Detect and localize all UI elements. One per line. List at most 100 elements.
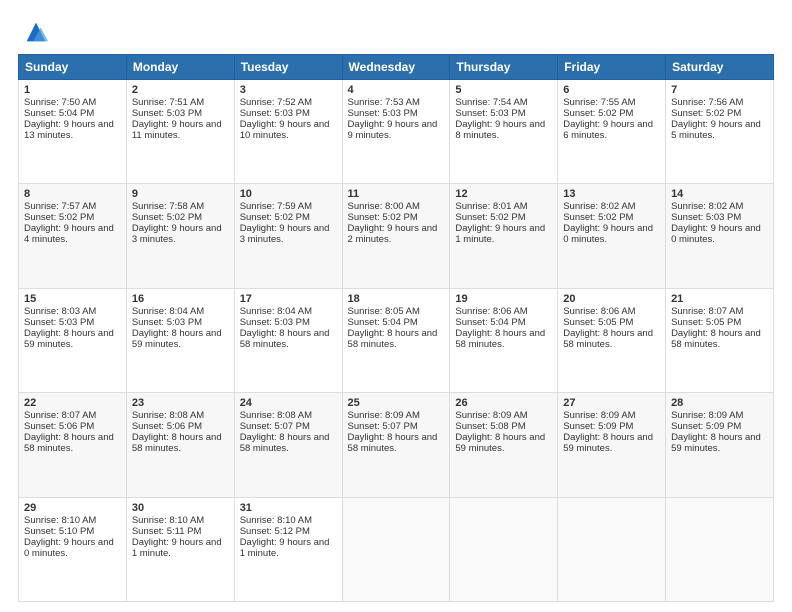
daylight: Daylight: 9 hours and 1 minute.: [455, 223, 545, 245]
day-number: 26: [455, 397, 552, 409]
sunrise: Sunrise: 8:09 AM: [563, 410, 635, 421]
day-cell: 30Sunrise: 8:10 AMSunset: 5:11 PMDayligh…: [126, 497, 234, 601]
day-number: 5: [455, 84, 552, 96]
daylight: Daylight: 8 hours and 58 minutes.: [348, 432, 438, 454]
day-number: 17: [240, 293, 337, 305]
sunrise: Sunrise: 7:56 AM: [671, 97, 743, 108]
day-cell: [342, 497, 450, 601]
day-number: 15: [24, 293, 121, 305]
day-number: 11: [348, 188, 445, 200]
sunrise: Sunrise: 8:05 AM: [348, 306, 420, 317]
day-number: 18: [348, 293, 445, 305]
daylight: Daylight: 9 hours and 11 minutes.: [132, 119, 222, 141]
day-number: 25: [348, 397, 445, 409]
day-cell: 25Sunrise: 8:09 AMSunset: 5:07 PMDayligh…: [342, 393, 450, 497]
day-number: 31: [240, 502, 337, 514]
daylight: Daylight: 9 hours and 10 minutes.: [240, 119, 330, 141]
day-number: 16: [132, 293, 229, 305]
header-day-tuesday: Tuesday: [234, 55, 342, 80]
header-day-monday: Monday: [126, 55, 234, 80]
day-number: 27: [563, 397, 660, 409]
day-number: 14: [671, 188, 768, 200]
sunset: Sunset: 5:07 PM: [240, 421, 310, 432]
day-cell: 24Sunrise: 8:08 AMSunset: 5:07 PMDayligh…: [234, 393, 342, 497]
day-number: 4: [348, 84, 445, 96]
day-cell: 27Sunrise: 8:09 AMSunset: 5:09 PMDayligh…: [558, 393, 666, 497]
page: SundayMondayTuesdayWednesdayThursdayFrid…: [0, 0, 792, 612]
daylight: Daylight: 8 hours and 58 minutes.: [563, 328, 653, 350]
day-number: 19: [455, 293, 552, 305]
daylight: Daylight: 9 hours and 4 minutes.: [24, 223, 114, 245]
sunset: Sunset: 5:03 PM: [240, 317, 310, 328]
day-cell: 7Sunrise: 7:56 AMSunset: 5:02 PMDaylight…: [666, 80, 774, 184]
day-cell: 10Sunrise: 7:59 AMSunset: 5:02 PMDayligh…: [234, 184, 342, 288]
header-day-friday: Friday: [558, 55, 666, 80]
day-number: 29: [24, 502, 121, 514]
sunset: Sunset: 5:09 PM: [671, 421, 741, 432]
sunrise: Sunrise: 8:04 AM: [132, 306, 204, 317]
daylight: Daylight: 9 hours and 1 minute.: [132, 537, 222, 559]
daylight: Daylight: 8 hours and 59 minutes.: [455, 432, 545, 454]
day-cell: 4Sunrise: 7:53 AMSunset: 5:03 PMDaylight…: [342, 80, 450, 184]
sunrise: Sunrise: 8:09 AM: [348, 410, 420, 421]
header-day-saturday: Saturday: [666, 55, 774, 80]
sunrise: Sunrise: 8:06 AM: [563, 306, 635, 317]
week-row-4: 22Sunrise: 8:07 AMSunset: 5:06 PMDayligh…: [19, 393, 774, 497]
sunset: Sunset: 5:11 PM: [132, 526, 202, 537]
day-number: 30: [132, 502, 229, 514]
logo: [18, 18, 50, 46]
sunset: Sunset: 5:06 PM: [132, 421, 202, 432]
day-cell: 17Sunrise: 8:04 AMSunset: 5:03 PMDayligh…: [234, 288, 342, 392]
sunrise: Sunrise: 7:50 AM: [24, 97, 96, 108]
sunset: Sunset: 5:05 PM: [671, 317, 741, 328]
sunrise: Sunrise: 8:02 AM: [563, 201, 635, 212]
day-number: 8: [24, 188, 121, 200]
day-cell: 5Sunrise: 7:54 AMSunset: 5:03 PMDaylight…: [450, 80, 558, 184]
day-cell: 1Sunrise: 7:50 AMSunset: 5:04 PMDaylight…: [19, 80, 127, 184]
day-cell: [558, 497, 666, 601]
daylight: Daylight: 8 hours and 59 minutes.: [563, 432, 653, 454]
day-number: 24: [240, 397, 337, 409]
day-number: 21: [671, 293, 768, 305]
sunset: Sunset: 5:09 PM: [563, 421, 633, 432]
sunset: Sunset: 5:02 PM: [563, 108, 633, 119]
day-cell: 8Sunrise: 7:57 AMSunset: 5:02 PMDaylight…: [19, 184, 127, 288]
sunset: Sunset: 5:02 PM: [563, 212, 633, 223]
day-number: 7: [671, 84, 768, 96]
sunrise: Sunrise: 8:03 AM: [24, 306, 96, 317]
week-row-5: 29Sunrise: 8:10 AMSunset: 5:10 PMDayligh…: [19, 497, 774, 601]
sunset: Sunset: 5:12 PM: [240, 526, 310, 537]
sunrise: Sunrise: 7:51 AM: [132, 97, 204, 108]
sunset: Sunset: 5:03 PM: [132, 317, 202, 328]
sunrise: Sunrise: 7:52 AM: [240, 97, 312, 108]
day-cell: 22Sunrise: 8:07 AMSunset: 5:06 PMDayligh…: [19, 393, 127, 497]
logo-icon: [22, 18, 50, 46]
day-cell: 20Sunrise: 8:06 AMSunset: 5:05 PMDayligh…: [558, 288, 666, 392]
daylight: Daylight: 9 hours and 2 minutes.: [348, 223, 438, 245]
sunset: Sunset: 5:06 PM: [24, 421, 94, 432]
day-cell: 14Sunrise: 8:02 AMSunset: 5:03 PMDayligh…: [666, 184, 774, 288]
day-cell: 11Sunrise: 8:00 AMSunset: 5:02 PMDayligh…: [342, 184, 450, 288]
sunset: Sunset: 5:03 PM: [24, 317, 94, 328]
sunrise: Sunrise: 7:55 AM: [563, 97, 635, 108]
day-number: 13: [563, 188, 660, 200]
daylight: Daylight: 8 hours and 58 minutes.: [132, 432, 222, 454]
daylight: Daylight: 9 hours and 0 minutes.: [671, 223, 761, 245]
daylight: Daylight: 9 hours and 3 minutes.: [132, 223, 222, 245]
day-number: 20: [563, 293, 660, 305]
daylight: Daylight: 9 hours and 5 minutes.: [671, 119, 761, 141]
daylight: Daylight: 9 hours and 0 minutes.: [24, 537, 114, 559]
day-cell: 19Sunrise: 8:06 AMSunset: 5:04 PMDayligh…: [450, 288, 558, 392]
sunset: Sunset: 5:03 PM: [132, 108, 202, 119]
sunset: Sunset: 5:04 PM: [455, 317, 525, 328]
day-number: 28: [671, 397, 768, 409]
sunrise: Sunrise: 7:59 AM: [240, 201, 312, 212]
sunset: Sunset: 5:02 PM: [132, 212, 202, 223]
day-cell: [666, 497, 774, 601]
header-day-wednesday: Wednesday: [342, 55, 450, 80]
header-day-sunday: Sunday: [19, 55, 127, 80]
sunrise: Sunrise: 8:08 AM: [132, 410, 204, 421]
sunrise: Sunrise: 7:58 AM: [132, 201, 204, 212]
daylight: Daylight: 9 hours and 0 minutes.: [563, 223, 653, 245]
daylight: Daylight: 8 hours and 58 minutes.: [24, 432, 114, 454]
